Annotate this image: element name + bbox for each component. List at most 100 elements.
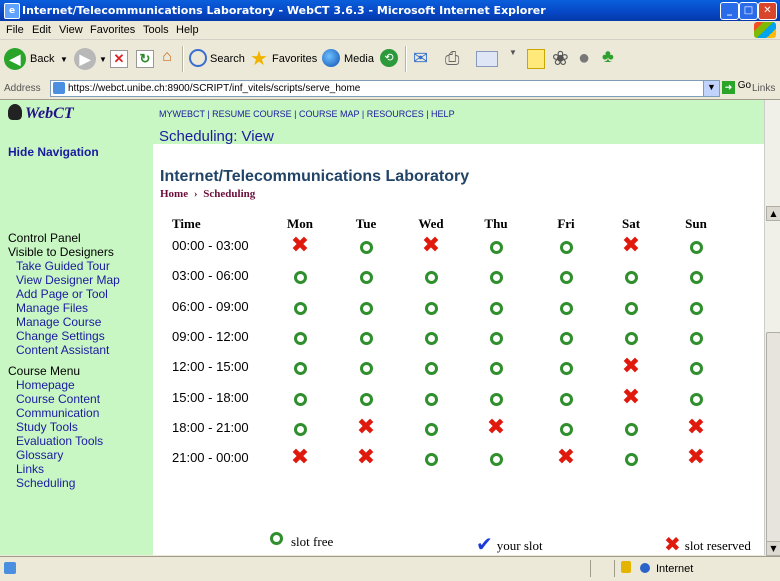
nav-manage-course[interactable]: Manage Course bbox=[16, 315, 101, 329]
forward-arrow-icon[interactable]: ▶ bbox=[74, 48, 96, 70]
menu-file[interactable]: File bbox=[6, 24, 24, 36]
slot-cell-sat[interactable] bbox=[621, 267, 641, 287]
address-field[interactable]: https://webct.unibe.ch:8900/SCRIPT/inf_v… bbox=[50, 80, 720, 97]
slot-cell-mon[interactable] bbox=[290, 419, 310, 439]
menu-favorites[interactable]: Favorites bbox=[90, 24, 135, 36]
slot-cell-sun[interactable] bbox=[686, 267, 706, 287]
slot-cell-sun[interactable] bbox=[686, 298, 706, 318]
messenger-bubble-icon[interactable]: ● bbox=[578, 47, 590, 70]
back-dropdown-icon[interactable]: ▼ bbox=[60, 55, 68, 64]
slot-cell-tue[interactable] bbox=[356, 358, 376, 378]
slot-cell-fri[interactable] bbox=[556, 267, 576, 287]
slot-cell-thu[interactable] bbox=[486, 267, 506, 287]
nav-communication[interactable]: Communication bbox=[16, 406, 99, 420]
slot-cell-fri[interactable] bbox=[556, 237, 576, 257]
slot-cell-fri[interactable] bbox=[556, 298, 576, 318]
slot-cell-thu[interactable] bbox=[486, 358, 506, 378]
security-lock-icon[interactable] bbox=[621, 561, 631, 573]
slot-cell-wed[interactable] bbox=[421, 358, 441, 378]
nav-add-page-or-tool[interactable]: Add Page or Tool bbox=[16, 287, 108, 301]
slot-cell-sun[interactable] bbox=[686, 237, 706, 257]
vertical-scrollbar[interactable]: ▲ ▼ bbox=[764, 100, 780, 556]
scrollbar-thumb[interactable] bbox=[766, 332, 780, 546]
slot-cell-wed[interactable] bbox=[421, 267, 441, 287]
back-arrow-icon[interactable]: ◀ bbox=[4, 48, 26, 70]
slot-cell-fri[interactable] bbox=[556, 358, 576, 378]
slot-cell-wed[interactable] bbox=[421, 298, 441, 318]
favorites-star-icon[interactable]: ★ bbox=[250, 46, 268, 71]
nav-homepage[interactable]: Homepage bbox=[16, 378, 75, 392]
nav-change-settings[interactable]: Change Settings bbox=[16, 329, 105, 343]
menu-view[interactable]: View bbox=[59, 24, 83, 36]
media-icon[interactable] bbox=[322, 49, 340, 67]
edit-icon[interactable] bbox=[476, 51, 498, 67]
slot-cell-tue[interactable] bbox=[356, 389, 376, 409]
go-button[interactable]: ➜ Go bbox=[722, 80, 751, 94]
home-icon[interactable]: ⌂ bbox=[158, 48, 176, 66]
refresh-icon[interactable]: ↻ bbox=[136, 50, 154, 68]
nav-take-guided-tour[interactable]: Take Guided Tour bbox=[16, 259, 110, 273]
nav-content-assistant[interactable]: Content Assistant bbox=[16, 343, 109, 357]
scroll-down-arrow-icon[interactable]: ▼ bbox=[766, 541, 780, 556]
menu-tools[interactable]: Tools bbox=[143, 24, 169, 36]
slot-cell-mon[interactable] bbox=[290, 267, 310, 287]
slot-cell-mon[interactable] bbox=[290, 389, 310, 409]
slot-cell-tue[interactable] bbox=[356, 267, 376, 287]
menu-edit[interactable]: Edit bbox=[32, 24, 51, 36]
messenger-icon[interactable]: ♣ bbox=[602, 46, 614, 67]
slot-cell-wed[interactable] bbox=[421, 419, 441, 439]
slot-cell-fri[interactable] bbox=[556, 419, 576, 439]
mail-icon[interactable]: ✉ bbox=[413, 48, 428, 69]
slot-cell-sun[interactable] bbox=[686, 358, 706, 378]
slot-cell-tue[interactable] bbox=[356, 237, 376, 257]
edit-dropdown-icon[interactable]: ▼ bbox=[509, 48, 517, 57]
slot-cell-sat[interactable] bbox=[621, 298, 641, 318]
slot-cell-sun[interactable] bbox=[686, 328, 706, 348]
nav-evaluation-tools[interactable]: Evaluation Tools bbox=[16, 434, 103, 448]
forward-dropdown-icon[interactable]: ▼ bbox=[99, 55, 107, 64]
search-button-label[interactable]: Search bbox=[210, 53, 245, 65]
slot-cell-wed[interactable] bbox=[421, 389, 441, 409]
maximize-button[interactable]: □ bbox=[739, 2, 758, 20]
slot-cell-thu[interactable] bbox=[486, 389, 506, 409]
minimize-button[interactable]: _ bbox=[720, 2, 739, 20]
menu-help[interactable]: Help bbox=[176, 24, 199, 36]
discuss-icon[interactable] bbox=[527, 49, 545, 69]
scroll-up-arrow-icon[interactable]: ▲ bbox=[766, 206, 780, 221]
nav-view-designer-map[interactable]: View Designer Map bbox=[16, 273, 120, 287]
favorites-button-label[interactable]: Favorites bbox=[272, 53, 317, 65]
print-icon[interactable]: ⎙ bbox=[445, 48, 459, 69]
slot-cell-fri[interactable] bbox=[556, 328, 576, 348]
slot-cell-mon[interactable] bbox=[290, 298, 310, 318]
slot-cell-tue[interactable] bbox=[356, 298, 376, 318]
nav-manage-files[interactable]: Manage Files bbox=[16, 301, 88, 315]
slot-cell-sat[interactable] bbox=[621, 419, 641, 439]
address-dropdown-icon[interactable]: ▼ bbox=[703, 80, 720, 97]
slot-cell-sat[interactable] bbox=[621, 328, 641, 348]
address-url[interactable]: https://webct.unibe.ch:8900/SCRIPT/inf_v… bbox=[68, 83, 360, 94]
research-icon[interactable]: ❀ bbox=[552, 46, 569, 71]
back-button-label[interactable]: Back bbox=[30, 53, 54, 65]
slot-cell-thu[interactable] bbox=[486, 298, 506, 318]
nav-scheduling[interactable]: Scheduling bbox=[16, 476, 75, 490]
breadcrumb-home[interactable]: Home bbox=[160, 188, 188, 200]
slot-cell-wed[interactable] bbox=[421, 328, 441, 348]
links-button[interactable]: Links bbox=[752, 83, 775, 94]
slot-cell-thu[interactable] bbox=[486, 328, 506, 348]
slot-cell-wed[interactable] bbox=[421, 449, 441, 469]
history-icon[interactable]: ⟲ bbox=[380, 49, 398, 67]
course-links[interactable]: MYWEBCT | RESUME COURSE | COURSE MAP | R… bbox=[159, 109, 455, 119]
nav-study-tools[interactable]: Study Tools bbox=[16, 420, 78, 434]
slot-cell-thu[interactable] bbox=[486, 449, 506, 469]
webct-logo[interactable]: WebCT bbox=[8, 104, 74, 122]
slot-cell-fri[interactable] bbox=[556, 389, 576, 409]
hide-navigation-link[interactable]: Hide Navigation bbox=[8, 145, 99, 159]
slot-cell-mon[interactable] bbox=[290, 358, 310, 378]
nav-links[interactable]: Links bbox=[16, 462, 44, 476]
slot-cell-sun[interactable] bbox=[686, 389, 706, 409]
slot-cell-sat[interactable] bbox=[621, 449, 641, 469]
nav-glossary[interactable]: Glossary bbox=[16, 448, 63, 462]
control-panel-heading[interactable]: Control Panel bbox=[8, 231, 81, 245]
slot-cell-tue[interactable] bbox=[356, 328, 376, 348]
search-icon[interactable] bbox=[189, 49, 207, 67]
